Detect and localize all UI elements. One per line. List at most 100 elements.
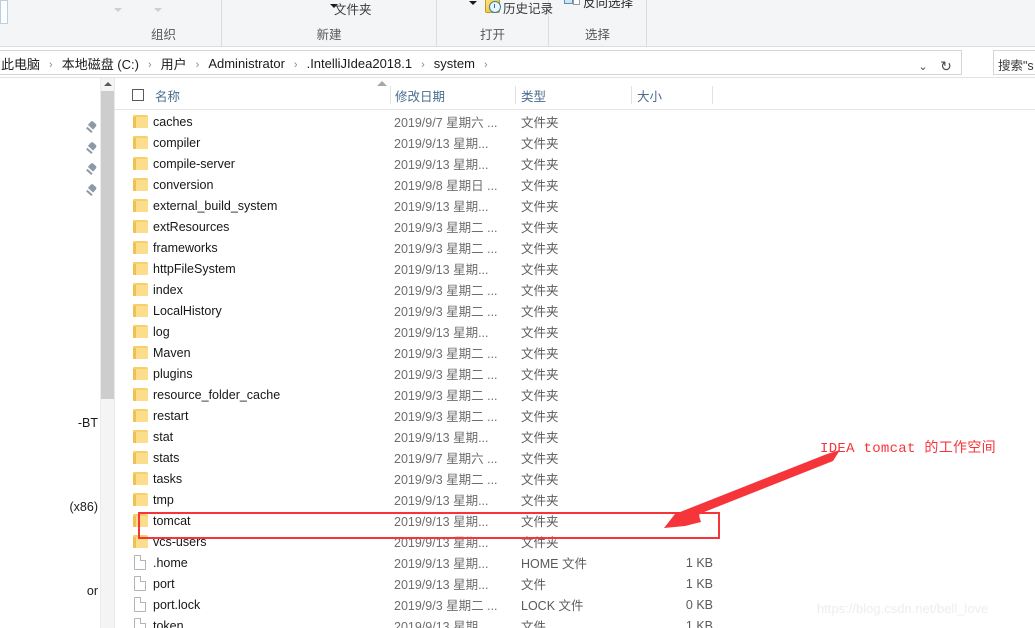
history-icon[interactable] <box>485 0 501 13</box>
column-divider[interactable] <box>631 86 632 104</box>
column-header-date-modified[interactable]: 修改日期 <box>395 80 445 110</box>
file-type: 文件夹 <box>521 200 559 214</box>
breadcrumb-item-administrator[interactable]: Administrator <box>204 56 289 71</box>
table-row[interactable]: caches 2019/9/7 星期六 ... 文件夹 <box>115 111 1035 132</box>
file-name: restart <box>153 408 189 423</box>
file-name: extResources <box>153 219 230 234</box>
table-row[interactable]: token 2019/9/13 星期... 文件 1 KB <box>115 615 1035 628</box>
file-icon <box>134 618 146 628</box>
watermark: https://blog.csdn.net/bell_love <box>817 601 989 616</box>
nav-item-bt[interactable]: -BT <box>0 412 100 433</box>
file-name: vcs-users <box>153 534 207 549</box>
nav-item-x86[interactable]: (x86) <box>0 496 100 517</box>
file-date-modified: 2019/9/8 星期日 ... <box>394 179 498 193</box>
file-size: 0 KB <box>685 597 713 612</box>
table-row[interactable]: log 2019/9/13 星期... 文件夹 <box>115 321 1035 342</box>
chevron-down-icon[interactable]: ⌄ <box>913 55 933 77</box>
file-size: 1 KB <box>685 555 713 570</box>
file-name: httpFileSystem <box>153 261 236 276</box>
chevron-down-icon[interactable] <box>469 1 477 5</box>
table-row[interactable]: vcs-users 2019/9/13 星期... 文件夹 <box>115 531 1035 552</box>
column-header-size[interactable]: 大小 <box>637 80 662 110</box>
file-size <box>635 111 713 132</box>
column-header-name[interactable]: 名称 <box>155 80 180 110</box>
file-type: 文件夹 <box>521 368 559 382</box>
nav-pinned-item-3[interactable] <box>0 160 100 181</box>
refresh-icon[interactable]: ↻ <box>935 55 957 77</box>
file-size <box>635 153 713 174</box>
file-date-modified: 2019/9/3 星期二 ... <box>394 305 498 319</box>
table-row[interactable]: plugins 2019/9/3 星期二 ... 文件夹 <box>115 363 1035 384</box>
file-type: 文件夹 <box>521 452 559 466</box>
table-row[interactable]: external_build_system 2019/9/13 星期... 文件夹 <box>115 195 1035 216</box>
folder-icon <box>133 514 148 527</box>
table-row[interactable]: compiler 2019/9/13 星期... 文件夹 <box>115 132 1035 153</box>
table-row[interactable]: frameworks 2019/9/3 星期二 ... 文件夹 <box>115 237 1035 258</box>
scrollbar-thumb[interactable] <box>101 91 115 399</box>
column-divider[interactable] <box>515 86 516 104</box>
file-name: resource_folder_cache <box>153 387 281 402</box>
navigation-pane-scrollbar[interactable] <box>100 78 115 628</box>
table-row[interactable]: LocalHistory 2019/9/3 星期二 ... 文件夹 <box>115 300 1035 321</box>
chevron-down-icon[interactable] <box>154 8 162 12</box>
table-row[interactable]: resource_folder_cache 2019/9/3 星期二 ... 文件夹 <box>115 384 1035 405</box>
file-type: 文件夹 <box>521 410 559 424</box>
column-divider[interactable] <box>390 86 391 104</box>
folder-icon <box>133 199 148 212</box>
address-field[interactable]: 此电脑 › 本地磁盘 (C:) › 用户 › Administrator › .… <box>0 50 962 75</box>
file-name: stats <box>153 450 180 465</box>
table-row[interactable]: restart 2019/9/3 星期二 ... 文件夹 <box>115 405 1035 426</box>
folder-icon <box>133 325 148 338</box>
breadcrumb-item-this-pc[interactable]: 此电脑 <box>0 54 44 73</box>
ribbon-group-select-label: 选择 <box>584 28 610 42</box>
file-name: tmp <box>153 492 174 507</box>
folder-icon <box>133 367 148 380</box>
nav-pinned-item-2[interactable] <box>0 139 100 160</box>
file-type: 文件夹 <box>521 389 559 403</box>
breadcrumb-item-local-disk-c[interactable]: 本地磁盘 (C:) <box>58 54 143 73</box>
history-button[interactable]: 历史记录 <box>503 0 553 17</box>
chevron-up-icon[interactable] <box>101 78 115 90</box>
table-row[interactable]: httpFileSystem 2019/9/13 星期... 文件夹 <box>115 258 1035 279</box>
new-folder-button[interactable]: 文件夹 <box>334 0 372 18</box>
folder-icon <box>133 304 148 317</box>
table-row[interactable]: Maven 2019/9/3 星期二 ... 文件夹 <box>115 342 1035 363</box>
file-type: 文件夹 <box>521 158 559 172</box>
nav-item-label: (x86) <box>69 499 98 514</box>
search-input[interactable]: 搜索"s <box>993 50 1035 75</box>
table-row[interactable]: .home 2019/9/13 星期... HOME 文件 1 KB <box>115 552 1035 573</box>
file-date-modified: 2019/9/13 星期... <box>394 578 489 592</box>
invert-selection-icon[interactable] <box>564 0 580 7</box>
file-type: 文件夹 <box>521 494 559 508</box>
breadcrumb-item-users[interactable]: 用户 <box>157 54 191 73</box>
table-row[interactable]: conversion 2019/9/8 星期日 ... 文件夹 <box>115 174 1035 195</box>
table-row[interactable]: index 2019/9/3 星期二 ... 文件夹 <box>115 279 1035 300</box>
breadcrumb-item-system[interactable]: system <box>430 56 479 71</box>
file-list[interactable]: caches 2019/9/7 星期六 ... 文件夹 compiler 2019/9/… <box>115 111 1035 628</box>
column-divider[interactable] <box>712 86 713 104</box>
table-row[interactable]: tmp 2019/9/13 星期... 文件夹 <box>115 489 1035 510</box>
file-date-modified: 2019/9/13 星期... <box>394 431 489 445</box>
invert-selection-button[interactable]: 反向选择 <box>583 0 653 11</box>
table-row[interactable]: extResources 2019/9/3 星期二 ... 文件夹 <box>115 216 1035 237</box>
table-row[interactable]: port 2019/9/13 星期... 文件 1 KB <box>115 573 1035 594</box>
folder-icon <box>133 430 148 443</box>
breadcrumb-separator: › <box>483 58 488 71</box>
column-header-type[interactable]: 类型 <box>521 80 546 110</box>
file-type: 文件夹 <box>521 515 559 529</box>
select-all-checkbox[interactable] <box>132 89 144 101</box>
table-row[interactable]: tasks 2019/9/3 星期二 ... 文件夹 <box>115 468 1035 489</box>
nav-pinned-item-4[interactable] <box>0 181 100 202</box>
nav-pinned-item-1[interactable] <box>0 118 100 139</box>
nav-item-or[interactable]: or <box>0 580 100 601</box>
breadcrumb-separator: › <box>421 58 425 71</box>
breadcrumb-item-intellijidea[interactable]: .IntelliJIdea2018.1 <box>303 56 417 71</box>
table-row[interactable]: compile-server 2019/9/13 星期... 文件夹 <box>115 153 1035 174</box>
file-date-modified: 2019/9/7 星期六 ... <box>394 116 498 130</box>
table-row[interactable]: tomcat 2019/9/13 星期... 文件夹 <box>115 510 1035 531</box>
chevron-down-icon[interactable] <box>114 8 122 12</box>
file-size: 1 KB <box>685 576 713 591</box>
breadcrumb: 此电脑 › 本地磁盘 (C:) › 用户 › Administrator › .… <box>0 51 493 76</box>
file-type: 文件夹 <box>521 473 559 487</box>
file-date-modified: 2019/9/3 星期二 ... <box>394 389 498 403</box>
